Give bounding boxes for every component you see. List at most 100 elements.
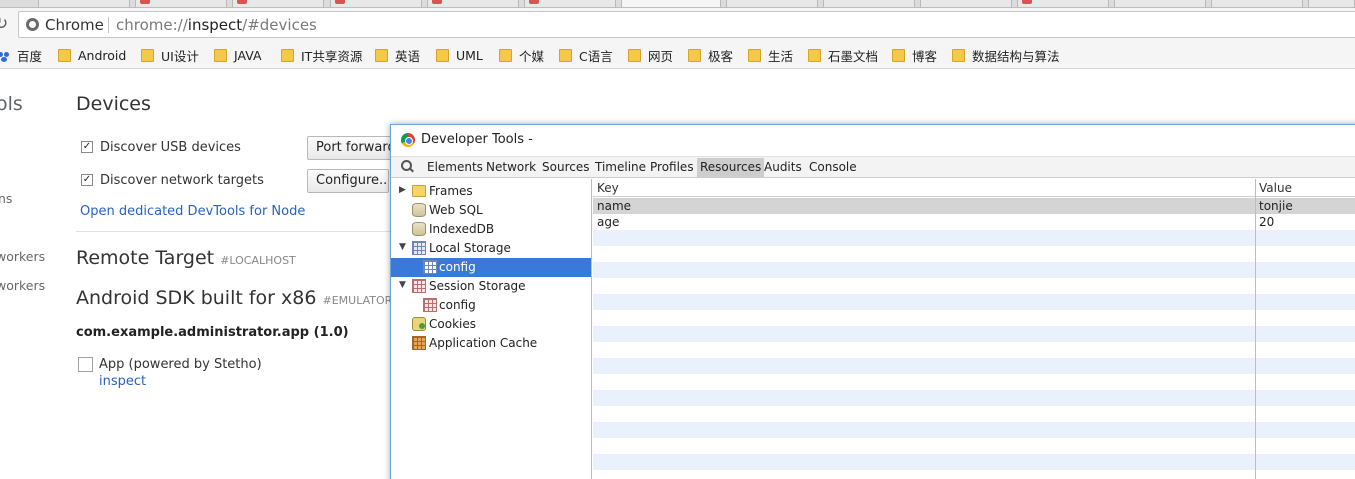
tree-item-session-storage[interactable]: ▼ Session Storage (391, 277, 591, 296)
bookmark-folder-media[interactable]: 个媒 (499, 46, 544, 64)
tab-elements[interactable]: Elements (424, 158, 486, 177)
browser-tab[interactable] (38, 0, 130, 7)
empty-row (593, 294, 1355, 310)
tab-timeline[interactable]: Timeline (592, 158, 649, 177)
bookmark-folder-life[interactable]: 生活 (748, 46, 793, 64)
bookmark-folder-java[interactable]: JAVA (214, 46, 262, 64)
tab-console[interactable]: Console (806, 158, 860, 177)
omnibox-url[interactable]: chrome://inspect/#devices (116, 16, 317, 34)
tree-item-local-storage[interactable]: ▼ Local Storage (391, 239, 591, 258)
configure-button[interactable]: Configure... (307, 169, 389, 193)
bookmark-folder-web[interactable]: 网页 (628, 46, 673, 64)
bookmark-label: IT共享资源 (301, 48, 363, 64)
sidebar-item-shared-workers[interactable]: workers (0, 249, 45, 264)
bookmark-folder-c[interactable]: C语言 (559, 46, 613, 64)
browser-tab[interactable] (427, 0, 519, 7)
omnibox[interactable]: Chrome chrome://inspect/#devices (18, 11, 1355, 38)
tab-audits[interactable]: Audits (761, 158, 805, 177)
cell-value: 20 (1259, 215, 1275, 229)
folder-icon (952, 48, 965, 62)
bookmark-label: 网页 (648, 48, 674, 64)
empty-row (593, 262, 1355, 278)
bookmark-label: C语言 (579, 48, 613, 64)
expand-triangle-icon[interactable]: ▶ (399, 185, 406, 195)
favicon (140, 0, 150, 4)
browser-tab[interactable] (823, 0, 915, 7)
app-target-checkbox[interactable] (78, 357, 93, 372)
bookmark-folder-blog[interactable]: 博客 (892, 46, 937, 64)
browser-tab[interactable] (1114, 0, 1206, 7)
chrome-icon (26, 18, 39, 31)
remote-target-tag: #LOCALHOST (220, 254, 296, 267)
bookmark-label: 个媒 (519, 48, 545, 64)
resources-tree: ▶ Frames Web SQL IndexedDB ▼ Local Stora… (391, 179, 592, 479)
tree-item-web-sql[interactable]: Web SQL (391, 201, 591, 220)
bookmark-folder-algorithms[interactable]: 数据结构与算法 (952, 46, 1060, 64)
open-node-devtools-link[interactable]: Open dedicated DevTools for Node (80, 204, 305, 219)
tree-item-cookies[interactable]: Cookies (391, 315, 591, 334)
tree-item-application-cache[interactable]: Application Cache (391, 334, 591, 353)
table-row[interactable]: name tonjie (593, 198, 1355, 214)
bookmark-folder-ui[interactable]: UI设计 (141, 46, 199, 64)
cell-value: tonjie (1259, 199, 1293, 213)
port-forwarding-button[interactable]: Port forwardi (307, 136, 397, 160)
folder-icon (412, 185, 426, 197)
tree-item-indexeddb[interactable]: IndexedDB (391, 220, 591, 239)
devtools-titlebar[interactable]: Developer Tools - (391, 125, 1355, 155)
discover-usb-checkbox[interactable]: ✓ (81, 141, 93, 153)
table-row[interactable]: age 20 (593, 214, 1355, 230)
reload-icon[interactable]: ↻ (0, 14, 14, 34)
column-header-value[interactable]: Value (1259, 181, 1292, 195)
sidebar-item-extensions[interactable]: ns (0, 191, 12, 206)
database-icon (412, 203, 426, 217)
device-name: Android SDK built for x86 (76, 287, 317, 309)
discover-network-checkbox[interactable]: ✓ (81, 174, 93, 186)
sidebar-item-service-workers[interactable]: workers (0, 278, 45, 293)
discover-network-label: Discover network targets (100, 173, 264, 188)
inspect-link[interactable]: inspect (99, 374, 146, 389)
tab-sources[interactable]: Sources (539, 158, 592, 177)
tree-item-label: IndexedDB (429, 222, 495, 236)
bookmark-label: 生活 (768, 48, 794, 64)
tree-item-frames[interactable]: ▶ Frames (391, 182, 591, 201)
session-storage-icon (412, 279, 426, 293)
bookmark-folder-geek[interactable]: 极客 (688, 46, 733, 64)
column-resize-divider[interactable] (1255, 179, 1256, 479)
folder-icon (141, 48, 154, 62)
chrome-logo-icon (401, 133, 415, 147)
search-icon[interactable] (400, 159, 414, 173)
bookmark-folder-android[interactable]: Android (58, 46, 126, 64)
bookmark-folder-shimo[interactable]: 石墨文档 (808, 46, 878, 64)
browser-tab[interactable] (1017, 0, 1109, 7)
folder-icon (559, 48, 572, 62)
browser-tab[interactable] (232, 0, 324, 7)
tab-profiles[interactable]: Profiles (647, 158, 697, 177)
favicon (335, 0, 345, 4)
bookmark-label: UI设计 (161, 48, 199, 64)
bookmark-folder-it[interactable]: IT共享资源 (281, 46, 362, 64)
browser-tab[interactable] (135, 0, 227, 7)
folder-icon (688, 48, 701, 62)
browser-tab-active[interactable] (621, 0, 721, 7)
browser-tab[interactable] (330, 0, 422, 7)
tree-item-session-storage-config[interactable]: config (391, 296, 591, 315)
column-header-key[interactable]: Key (597, 181, 619, 195)
bookmark-label: 英语 (395, 48, 421, 64)
collapse-triangle-icon[interactable]: ▼ (399, 280, 406, 290)
collapse-triangle-icon[interactable]: ▼ (399, 242, 406, 252)
browser-tab[interactable] (1308, 0, 1355, 7)
tab-network[interactable]: Network (483, 158, 539, 177)
bookmark-folder-uml[interactable]: UML (436, 46, 483, 64)
bookmark-folder-english[interactable]: 英语 (375, 46, 420, 64)
browser-tab[interactable] (920, 0, 1012, 7)
browser-tab[interactable] (1211, 0, 1303, 7)
bookmark-baidu[interactable]: 百度 (0, 46, 42, 64)
discover-usb-label: Discover USB devices (100, 140, 241, 155)
browser-toolbar: ↻ Chrome chrome://inspect/#devices (0, 8, 1355, 41)
app-target-label: App (powered by Stetho) (99, 357, 262, 372)
tab-resources[interactable]: Resources (697, 158, 765, 177)
browser-tab[interactable] (726, 0, 818, 7)
tree-item-local-storage-config[interactable]: config (391, 258, 591, 277)
browser-tab[interactable] (524, 0, 616, 7)
tree-item-label: Session Storage (429, 279, 526, 293)
